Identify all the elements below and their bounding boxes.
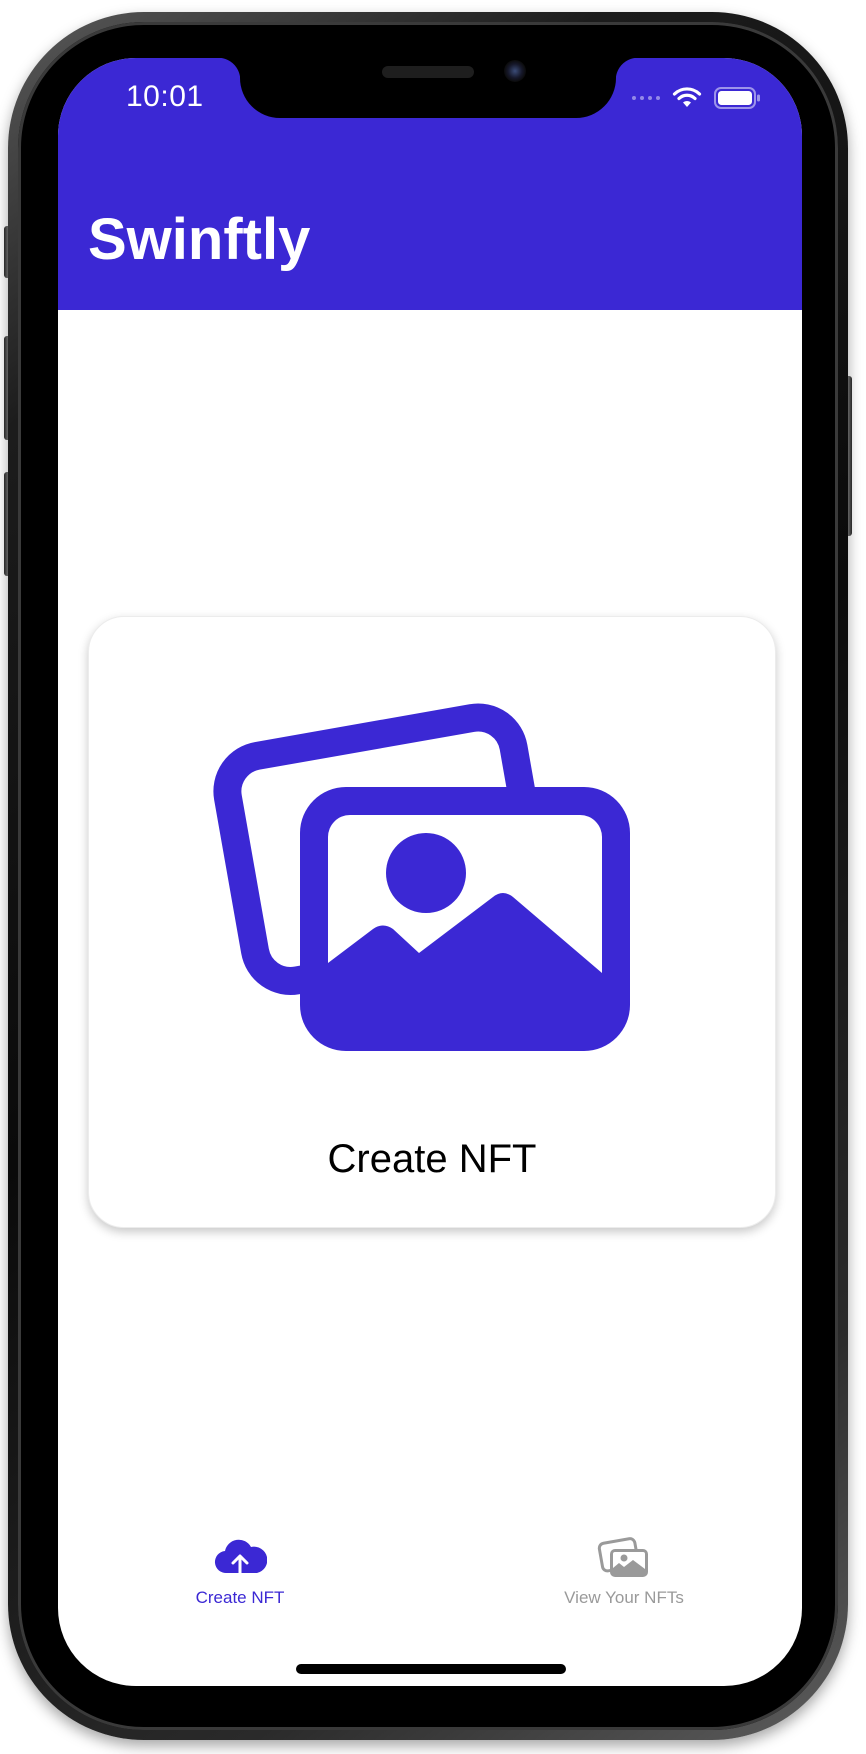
status-indicators (632, 86, 762, 110)
tab-view-your-nfts[interactable]: View Your NFTs (524, 1534, 724, 1608)
device-mockup: 10:01 Swinftly Create NFT Create NFT Vie… (0, 0, 866, 1754)
wifi-icon (672, 87, 702, 107)
app-screen: 10:01 Swinftly Create NFT Create NFT Vie… (58, 58, 802, 1686)
page-title: Swinftly (88, 207, 311, 272)
navigation-header: 10:01 Swinftly (58, 58, 802, 310)
tab-bar: Create NFT View Your NFTs (58, 1534, 802, 1634)
cloud-upload-icon (214, 1539, 267, 1579)
home-indicator[interactable] (296, 1664, 566, 1674)
status-time: 10:01 (126, 80, 204, 113)
photo-stack-icon (597, 1537, 648, 1577)
create-nft-label: Create NFT (327, 1137, 537, 1181)
photo-stack-icon (213, 703, 630, 1051)
tab-view-your-nfts-label: View Your NFTs (564, 1588, 684, 1607)
create-nft-card[interactable]: Create NFT (88, 616, 776, 1228)
cellular-signal-icon (632, 96, 660, 100)
tab-create-nft[interactable]: Create NFT (140, 1534, 340, 1608)
display-notch (218, 58, 638, 118)
tab-create-nft-label: Create NFT (195, 1588, 285, 1607)
battery-icon (714, 87, 760, 109)
front-camera (504, 60, 526, 82)
earpiece-speaker (382, 66, 474, 78)
